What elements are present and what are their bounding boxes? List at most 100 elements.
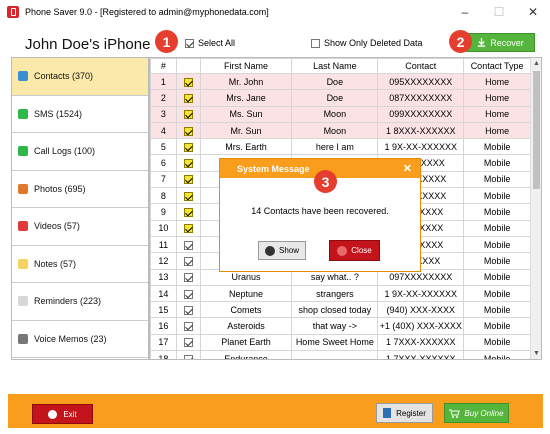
sidebar-item[interactable]: SMS (1524) — [12, 96, 148, 133]
row-checkbox[interactable] — [175, 235, 201, 254]
row-check-icon[interactable] — [183, 322, 193, 332]
system-message-dialog: System Message ✕ 3 14 Contacts have been… — [219, 158, 421, 272]
table-row[interactable]: 16 Asteroids that way -> +1 (40X) XXX-XXXX M… — [150, 317, 531, 335]
row-check-icon[interactable] — [183, 110, 193, 120]
show-label: Show — [278, 246, 299, 255]
column-header-last-name[interactable]: Last Name — [291, 58, 379, 74]
row-check-icon[interactable] — [183, 191, 193, 201]
row-check-icon[interactable] — [183, 256, 193, 266]
row-checkbox[interactable] — [175, 170, 201, 189]
row-check-icon[interactable] — [183, 224, 193, 234]
table-row[interactable]: 18 Endurance................ 1 7XXX-XXXXXX… — [150, 350, 531, 359]
sidebar-item[interactable]: Call Logs (100) — [12, 133, 148, 171]
scroll-up-icon[interactable]: ▲ — [531, 58, 541, 69]
exit-label: Exit — [63, 409, 77, 419]
table-row[interactable]: 5 Mrs. Earth here I am 1 9X-XX-XXXXXX Mobile — [150, 138, 531, 156]
table-row[interactable]: 3 Ms. Sun Moon 099XXXXXXXX Home — [150, 105, 531, 123]
contact-cell: 087XXXXXXXX — [377, 89, 465, 107]
show-deleted-check-icon[interactable] — [311, 38, 320, 48]
row-checkbox[interactable] — [175, 252, 201, 270]
sidebar-item[interactable]: Videos (57) — [12, 208, 148, 246]
column-header-number[interactable]: # — [150, 58, 177, 74]
row-number: 4 — [150, 121, 177, 140]
row-checkbox[interactable] — [175, 121, 201, 140]
sidebar-item[interactable]: Reminders (223) — [12, 283, 148, 321]
row-checkbox[interactable] — [175, 105, 201, 123]
table-scrollbar[interactable]: ▲ ▼ — [530, 58, 541, 359]
row-number: 2 — [150, 89, 177, 107]
show-button[interactable]: Show — [258, 241, 306, 260]
contact-type-cell: Home — [463, 72, 531, 91]
row-check-icon[interactable] — [183, 305, 193, 315]
row-check-icon[interactable] — [183, 354, 193, 359]
row-checkbox[interactable] — [175, 301, 201, 319]
select-all-check-icon[interactable] — [185, 38, 194, 48]
row-check-icon[interactable] — [183, 94, 193, 103]
title-bar: Phone Saver 9.0 - [Registered to admin@m… — [0, 0, 550, 24]
row-number: 6 — [150, 154, 177, 172]
contact-cell: (940) XXX-XXXX — [377, 301, 465, 319]
buy-online-button[interactable]: Buy Online — [444, 403, 509, 423]
column-header-first-name[interactable]: First Name — [199, 58, 293, 74]
notes-icon — [18, 258, 28, 269]
first-name-cell: Mrs. Jane — [199, 89, 293, 107]
minimize-button[interactable]: – — [448, 0, 482, 24]
row-checkbox[interactable] — [175, 89, 201, 107]
table-row[interactable]: 15 Comets shop closed today (940) XXX-XXXX M… — [150, 301, 531, 319]
column-header-contact-type[interactable]: Contact Type — [463, 58, 531, 74]
row-checkbox[interactable] — [175, 284, 201, 303]
select-all-checkbox[interactable]: Select All — [185, 38, 235, 48]
row-check-icon[interactable] — [183, 273, 193, 283]
dialog-close-button[interactable]: Close — [329, 240, 380, 261]
videos-icon — [18, 221, 28, 232]
sidebar-item[interactable]: Voice Memos (23) — [12, 321, 148, 358]
row-checkbox[interactable] — [175, 138, 201, 156]
row-check-icon[interactable] — [183, 159, 193, 169]
row-checkbox[interactable] — [175, 72, 201, 91]
row-checkbox[interactable] — [175, 154, 201, 172]
phone-icon — [18, 146, 28, 157]
table-row[interactable]: 2 Mrs. Jane Doe 087XXXXXXXX Home — [150, 89, 531, 107]
row-check-icon[interactable] — [183, 289, 193, 299]
recover-button[interactable]: Recover — [466, 33, 535, 52]
register-button[interactable]: Register — [376, 403, 433, 423]
scroll-thumb[interactable] — [533, 71, 540, 189]
column-header-check[interactable] — [175, 58, 201, 74]
contact-type-cell: Mobile — [463, 170, 531, 189]
row-checkbox[interactable] — [175, 187, 201, 205]
row-check-icon[interactable] — [183, 175, 193, 185]
dialog-close-icon[interactable]: ✕ — [403, 162, 412, 175]
row-checkbox[interactable] — [175, 219, 201, 237]
exit-button[interactable]: Exit — [32, 404, 93, 424]
row-checkbox[interactable] — [175, 203, 201, 221]
first-name-cell: Endurance — [199, 350, 293, 359]
row-number: 13 — [150, 268, 177, 286]
table-row[interactable]: 4 Mr. Sun Moon 1 8XXX-XXXXXX Home — [150, 121, 531, 140]
row-check-icon[interactable] — [183, 338, 193, 348]
sidebar-item[interactable]: Notes (57) — [12, 246, 148, 283]
maximize-button[interactable]: ☐ — [482, 0, 516, 24]
column-header-contact[interactable]: Contact — [377, 58, 465, 74]
row-checkbox[interactable] — [175, 268, 201, 286]
dialog-message: 14 Contacts have been recovered. — [251, 206, 389, 216]
row-check-icon[interactable] — [183, 77, 193, 87]
close-window-button[interactable]: ✕ — [516, 0, 550, 24]
row-number: 10 — [150, 219, 177, 237]
row-check-icon[interactable] — [183, 142, 193, 152]
table-row[interactable]: 14 Neptune strangers 1 9X-XX-XXXXXX Mobile — [150, 284, 531, 303]
row-check-icon[interactable] — [183, 240, 193, 250]
row-check-icon[interactable] — [183, 126, 193, 136]
sidebar-item[interactable]: Contacts (370) — [12, 58, 148, 96]
row-checkbox[interactable] — [175, 333, 201, 352]
table-row[interactable]: 17 Planet Earth Home Sweet Home 1 7XXX-XXXX… — [150, 333, 531, 352]
row-checkbox[interactable] — [175, 317, 201, 335]
sidebar-item[interactable]: Photos (695) — [12, 171, 148, 208]
dialog-title: System Message — [237, 163, 310, 174]
contact-cell: 1 8XXX-XXXXXX — [377, 121, 465, 140]
row-checkbox[interactable] — [175, 350, 201, 359]
scroll-down-icon[interactable]: ▼ — [531, 348, 541, 359]
show-deleted-checkbox[interactable]: Show Only Deleted Data — [311, 38, 423, 48]
row-check-icon[interactable] — [183, 208, 193, 218]
table-row[interactable]: 1 Mr. John Doe 095XXXXXXXX Home — [150, 72, 531, 91]
contact-type-cell: Mobile — [463, 203, 531, 221]
